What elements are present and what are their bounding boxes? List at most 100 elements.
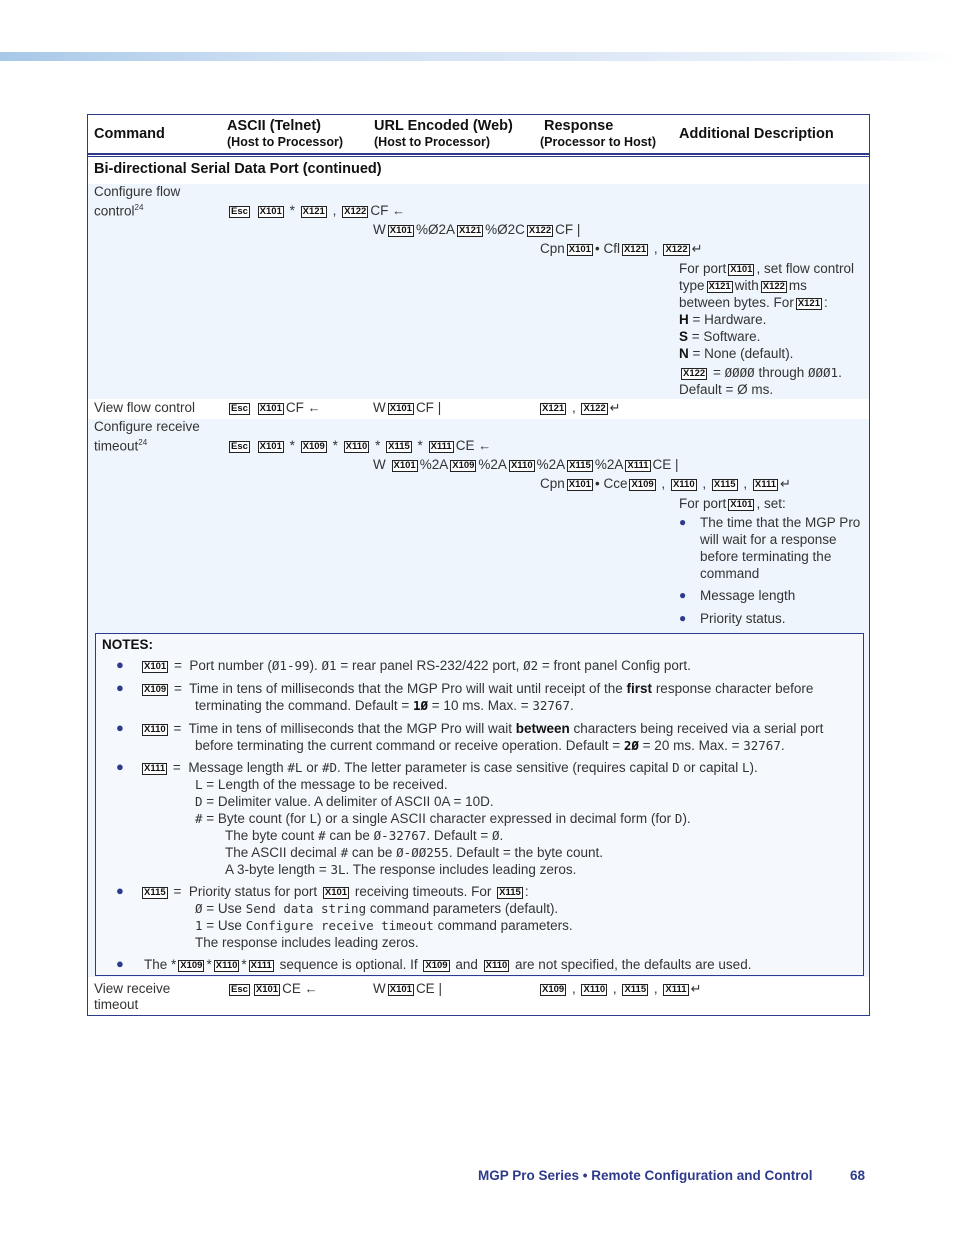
option-software: S = Software.	[679, 329, 760, 344]
param-box: X101	[387, 984, 414, 996]
text: = Byte count (for	[206, 811, 310, 826]
text: = 20 ms. Max. =	[638, 738, 744, 753]
bullet-icon: ●	[116, 657, 124, 672]
bullet-separator: •	[594, 476, 600, 491]
header-description: Additional Description	[679, 126, 834, 142]
separator: ,	[612, 981, 617, 996]
note-x111-d: D = Delimiter value. A delimiter of ASCI…	[195, 794, 494, 809]
text: Priority status for port	[188, 884, 321, 899]
text: = Use	[202, 918, 246, 933]
text: through	[754, 365, 808, 380]
param-box: X122	[663, 244, 690, 256]
header-url-sub: (Host to Processor)	[374, 135, 490, 149]
url-command: W X101 %2A X109 %2A X110 %2A X115 %2A X111 CE |	[373, 457, 679, 472]
command-name-text: control	[94, 203, 135, 219]
text: For port	[679, 496, 727, 511]
ascii-command: Esc X101 * X109 * X110 * X115 * X111 CE ←	[227, 438, 491, 453]
note-x115-opt0: Ø = Use Send data string command paramet…	[195, 901, 558, 916]
command-code: CE	[282, 981, 301, 996]
option-key: H	[679, 312, 689, 327]
param-box: X115	[622, 984, 649, 996]
text: before terminating the current command o…	[195, 738, 624, 753]
value: L	[309, 811, 318, 826]
param-box: X110	[483, 960, 510, 972]
equals: =	[173, 681, 182, 696]
text: between bytes. For	[679, 295, 794, 310]
option-text: = Hardware.	[688, 312, 767, 327]
value: Ø-32767	[373, 828, 427, 843]
pipe-terminator-icon: |	[437, 400, 442, 415]
header-response-label: Response	[544, 118, 614, 134]
url-command: W X101 CE |	[373, 981, 442, 996]
url-encoding: %Ø2A	[415, 222, 455, 237]
note-x111-l: L = Length of the message to be received…	[195, 777, 448, 792]
pipe-terminator-icon: |	[675, 457, 679, 472]
header-url-label: URL Encoded (Web)	[374, 118, 513, 134]
param-box: X122	[681, 368, 708, 380]
note-x109: X109 = Time in tens of milliseconds that…	[140, 681, 813, 696]
text: = 10 ms. Max. =	[428, 698, 533, 713]
param-box: X115	[711, 479, 738, 491]
separator: *	[206, 957, 212, 972]
bullet-icon: ●	[679, 611, 687, 625]
param-box: X111	[248, 960, 274, 972]
command-name: View flow control	[94, 400, 196, 415]
bullet-icon: ●	[679, 515, 687, 529]
footnote-ref: 24	[134, 203, 144, 212]
text: . Default =	[426, 828, 492, 843]
param-box: X101	[142, 661, 169, 673]
text: = Delimiter value. A delimiter of ASCII …	[206, 794, 494, 809]
separator: ,	[571, 400, 576, 415]
text: ).	[682, 811, 691, 826]
note-x111: X111 = Message length #L or #D. The lett…	[140, 760, 758, 775]
value: 1	[195, 918, 203, 933]
left-arrow-icon: ←	[307, 400, 321, 415]
note-x101: X101 = Port number (Ø1-99). Ø1 = rear pa…	[140, 658, 691, 673]
pipe-terminator-icon: |	[438, 981, 442, 996]
notes-box: NOTES: ● X101 = Port number (Ø1-99). Ø1 …	[95, 633, 864, 976]
url-encoding: %2A	[536, 457, 566, 472]
value: 32767	[743, 738, 781, 753]
command-name-line2: timeout24	[94, 438, 147, 454]
param-box: X109	[629, 479, 656, 491]
param-box: X121	[300, 206, 327, 218]
value: #	[340, 845, 349, 860]
esc-key-icon: Esc	[229, 441, 250, 453]
bullet-icon: ●	[116, 883, 124, 898]
value: #D	[321, 760, 338, 775]
value: Ø	[492, 828, 500, 843]
param-box: X122	[581, 403, 608, 415]
param-box: X115	[567, 460, 593, 472]
value: #L	[287, 760, 303, 775]
response-code: Cfl	[603, 241, 620, 256]
equals: =	[173, 658, 182, 673]
param-box: X109	[178, 960, 205, 972]
note-x110-line2: before terminating the current command o…	[195, 738, 785, 753]
param-box: X111	[428, 441, 454, 453]
value: Ø1	[321, 658, 337, 673]
param-box: X101	[566, 244, 593, 256]
value: #	[195, 811, 203, 826]
note-x111-hash: # = Byte count (for L) or a single ASCII…	[195, 811, 691, 826]
header-command: Command	[94, 126, 165, 142]
equals: =	[172, 760, 181, 775]
table-header: Command ASCII (Telnet) (Host to Processor…	[88, 115, 869, 155]
text: can be	[325, 828, 374, 843]
text: or	[302, 760, 322, 775]
command-name-line2: timeout	[94, 997, 139, 1012]
text: For port	[679, 261, 727, 276]
param-box: X111	[663, 984, 689, 996]
param-box: X121	[540, 403, 567, 415]
param-box: X111	[752, 479, 779, 491]
param-box: X110	[343, 441, 370, 453]
note-x111-sub2: The ASCII decimal # can be Ø-ØØ255. Defa…	[225, 845, 603, 860]
text: characters being received via a serial p…	[569, 721, 824, 736]
separator: *	[289, 203, 295, 218]
command-code: CE	[415, 981, 435, 996]
note-sequence-optional: The * X109 * X110 * X111 sequence is optional…	[144, 957, 751, 972]
param-box: X101	[253, 984, 281, 996]
param-box: X111	[142, 763, 168, 775]
text: . Default = the byte count.	[448, 845, 604, 860]
option-hardware: H = Hardware.	[679, 312, 766, 327]
note-x111-sub3: A 3-byte length = 3L. The response inclu…	[225, 862, 576, 877]
